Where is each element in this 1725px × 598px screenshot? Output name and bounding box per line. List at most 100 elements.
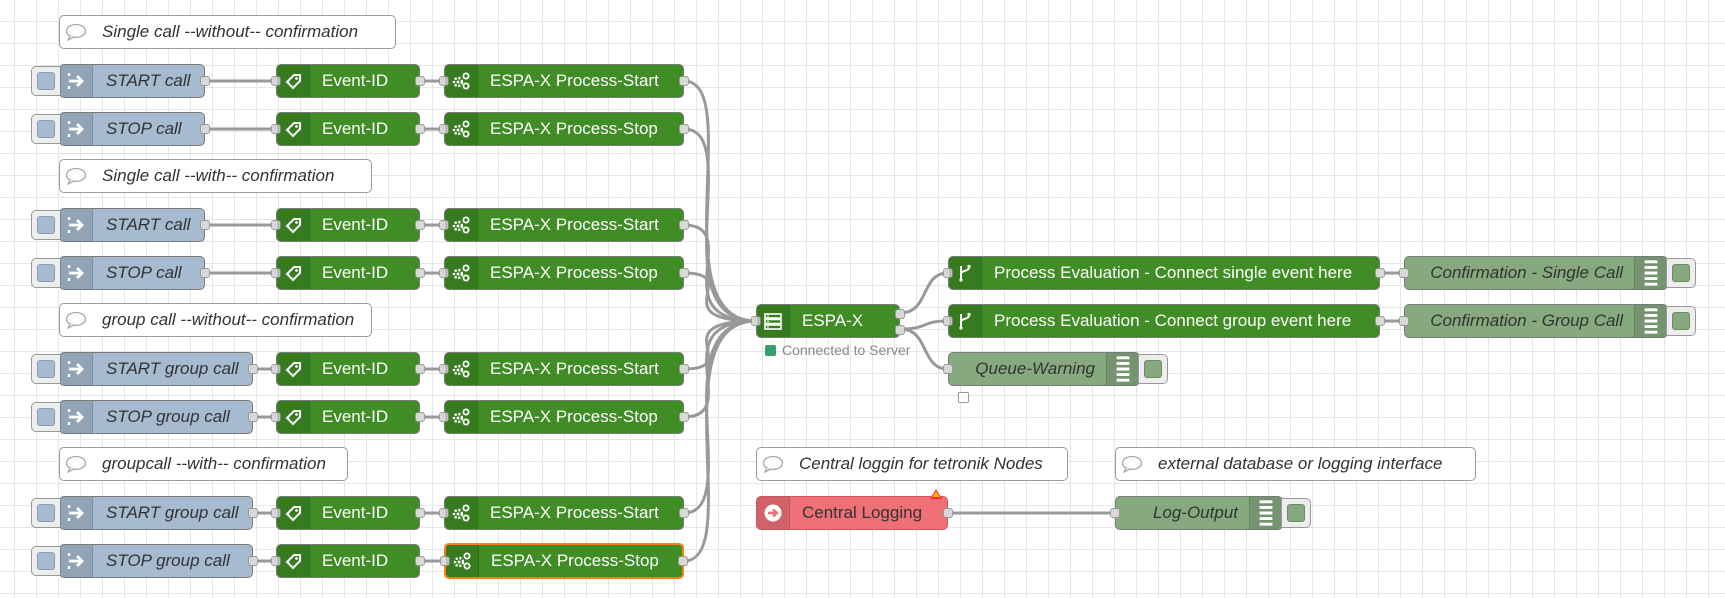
output-port[interactable] xyxy=(415,268,425,278)
comment-external-database[interactable]: external database or logging interface xyxy=(1115,447,1476,481)
inject-trigger-button[interactable] xyxy=(31,114,61,144)
output-port[interactable] xyxy=(200,76,210,86)
debug-log-output[interactable]: Log-Output xyxy=(1110,496,1311,530)
node-label: Central Logging xyxy=(802,503,923,522)
output-port[interactable] xyxy=(679,412,689,422)
inject-trigger-button[interactable] xyxy=(31,402,61,432)
comment-single-with[interactable]: Single call --with-- confirmation xyxy=(59,159,372,193)
fork-icon xyxy=(949,257,982,289)
espa-process-start[interactable]: ESPA-X Process-Start xyxy=(439,208,689,242)
inject-trigger-button[interactable] xyxy=(31,66,61,96)
inject-trigger-button[interactable] xyxy=(31,354,61,384)
tag-icon xyxy=(277,353,310,385)
debug-toggle-button[interactable] xyxy=(1666,306,1696,336)
output-port[interactable] xyxy=(415,124,425,134)
espa-process-stop[interactable]: ESPA-X Process-Stop xyxy=(439,256,689,290)
input-port[interactable] xyxy=(943,364,953,374)
arrow-in-icon xyxy=(60,257,93,289)
inject-start-group-call[interactable]: START group call xyxy=(31,496,258,530)
arrow-in-icon xyxy=(60,353,93,385)
espa-x-node[interactable]: ESPA-X xyxy=(751,304,905,338)
output-port-2[interactable] xyxy=(895,325,905,335)
node-label: STOP call xyxy=(106,119,182,138)
debug-confirmation-single[interactable]: Confirmation - Single Call xyxy=(1399,256,1696,290)
output-port[interactable] xyxy=(415,364,425,374)
debug-toggle-button[interactable] xyxy=(1666,258,1696,288)
function-event-id[interactable]: Event-ID xyxy=(271,112,425,146)
function-event-id[interactable]: Event-ID xyxy=(271,544,425,578)
output-port[interactable] xyxy=(679,76,689,86)
comment-central-logging[interactable]: Central loggin for tetronik Nodes xyxy=(756,447,1068,481)
output-port[interactable] xyxy=(248,508,258,518)
comment-group-without[interactable]: group call --without-- confirmation xyxy=(59,303,372,337)
node-label: ESPA-X Process-Stop xyxy=(490,263,658,282)
function-event-id[interactable]: Event-ID xyxy=(271,352,425,386)
output-port[interactable] xyxy=(248,556,258,566)
espa-process-start[interactable]: ESPA-X Process-Start xyxy=(439,496,689,530)
comment-icon xyxy=(60,304,92,336)
inject-stop-group-call[interactable]: STOP group call xyxy=(31,400,258,434)
function-event-id[interactable]: Event-ID xyxy=(271,64,425,98)
comment-single-without[interactable]: Single call --without-- confirmation xyxy=(59,15,396,49)
switch-process-evaluation-single[interactable]: Process Evaluation - Connect single even… xyxy=(943,256,1385,290)
espa-process-start[interactable]: ESPA-X Process-Start xyxy=(439,64,689,98)
debug-toggle-button[interactable] xyxy=(1138,354,1168,384)
input-port[interactable] xyxy=(1399,268,1409,278)
debug-confirmation-group[interactable]: Confirmation - Group Call xyxy=(1399,304,1696,338)
inject-stop-call[interactable]: STOP call xyxy=(31,256,210,290)
inject-trigger-button[interactable] xyxy=(31,258,61,288)
comment-icon xyxy=(60,160,92,192)
output-port[interactable] xyxy=(200,124,210,134)
inject-trigger-button[interactable] xyxy=(31,210,61,240)
switch-process-evaluation-group[interactable]: Process Evaluation - Connect group event… xyxy=(943,304,1385,338)
output-port[interactable] xyxy=(678,556,688,566)
output-port-1[interactable] xyxy=(895,309,905,319)
output-port[interactable] xyxy=(248,412,258,422)
output-port[interactable] xyxy=(1375,316,1385,326)
input-port[interactable] xyxy=(1399,316,1409,326)
inject-start-call[interactable]: START call xyxy=(31,208,210,242)
debug-queue-warning[interactable]: Queue-Warning xyxy=(943,352,1168,386)
comment-group-with[interactable]: groupcall --with-- confirmation xyxy=(59,447,348,481)
function-event-id[interactable]: Event-ID xyxy=(271,208,425,242)
catch-central-logging[interactable]: Central Logging xyxy=(756,496,953,530)
node-label: Event-ID xyxy=(322,551,389,570)
output-port[interactable] xyxy=(679,268,689,278)
output-port[interactable] xyxy=(200,268,210,278)
output-port[interactable] xyxy=(248,364,258,374)
function-event-id[interactable]: Event-ID xyxy=(271,496,425,530)
output-port[interactable] xyxy=(415,76,425,86)
function-event-id[interactable]: Event-ID xyxy=(271,256,425,290)
output-port[interactable] xyxy=(415,412,425,422)
output-port[interactable] xyxy=(415,508,425,518)
output-port[interactable] xyxy=(200,220,210,230)
espa-process-start[interactable]: ESPA-X Process-Start xyxy=(439,352,689,386)
inject-trigger-button[interactable] xyxy=(31,498,61,528)
espa-process-stop[interactable]: ESPA-X Process-Stop xyxy=(439,112,689,146)
node-label: Event-ID xyxy=(322,503,389,522)
inject-start-call[interactable]: START call xyxy=(31,64,210,98)
debug-toggle-button[interactable] xyxy=(1281,498,1311,528)
output-port[interactable] xyxy=(943,508,953,518)
inject-trigger-button[interactable] xyxy=(31,546,61,576)
output-port[interactable] xyxy=(415,556,425,566)
output-port[interactable] xyxy=(679,508,689,518)
espa-process-stop[interactable]: ESPA-X Process-Stop xyxy=(440,543,688,579)
inject-stop-group-call[interactable]: STOP group call xyxy=(31,544,258,578)
warning-triangle-icon xyxy=(930,489,942,499)
input-port[interactable] xyxy=(1110,508,1120,518)
node-label: Process Evaluation - Connect single even… xyxy=(994,263,1353,282)
output-port[interactable] xyxy=(679,364,689,374)
inject-stop-call[interactable]: STOP call xyxy=(31,112,210,146)
node-label: ESPA-X xyxy=(802,311,864,330)
output-port[interactable] xyxy=(679,124,689,134)
node-label: Queue-Warning xyxy=(975,359,1095,378)
function-event-id[interactable]: Event-ID xyxy=(271,400,425,434)
output-port[interactable] xyxy=(415,220,425,230)
wire xyxy=(683,319,757,515)
node-label: STOP call xyxy=(106,263,182,282)
espa-process-stop[interactable]: ESPA-X Process-Stop xyxy=(439,400,689,434)
inject-start-group-call[interactable]: START group call xyxy=(31,352,258,386)
output-port[interactable] xyxy=(1375,268,1385,278)
output-port[interactable] xyxy=(679,220,689,230)
